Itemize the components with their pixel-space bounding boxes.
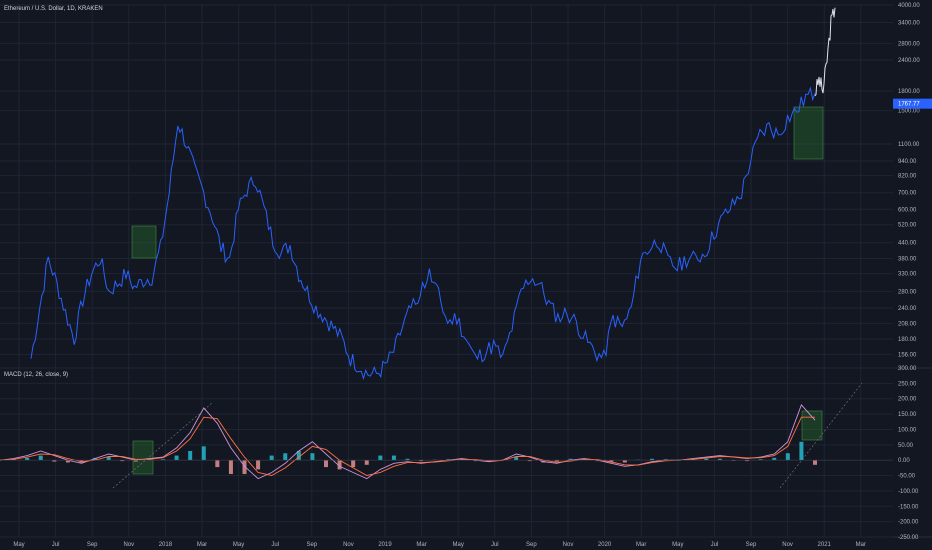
time-tick-label: Nov [123, 542, 134, 548]
macd-histogram-bar [38, 455, 43, 461]
price-tick-label: 2400.00 [898, 58, 920, 64]
time-tick-label: Jul [491, 542, 499, 548]
price-tick-label: 3400.00 [898, 21, 920, 27]
time-tick-label: Nov [563, 542, 574, 548]
macd-tick-label: -100.00 [898, 489, 919, 495]
time-tick-label: 2021 [818, 542, 832, 548]
time-tick-label: Mar [856, 542, 866, 548]
macd-histogram-bar [174, 455, 179, 461]
price-tick-label: 280.00 [898, 289, 917, 295]
price-tick-label: 156.00 [898, 352, 917, 358]
time-tick-label: Mar [197, 542, 207, 548]
macd-tick-label: 250.00 [898, 381, 917, 387]
symbol-title: Ethereum / U.S. Dollar, 1D, KRAKEN [4, 6, 103, 12]
macd-tick-label: -150.00 [898, 504, 919, 510]
price-tick-label: 4000.00 [898, 3, 920, 9]
macd-tick-label: -250.00 [898, 535, 919, 541]
time-tick-label: 2018 [159, 542, 173, 548]
macd-histogram-bar [772, 457, 777, 461]
macd-histogram-bar [25, 457, 30, 461]
highlight-box [801, 410, 823, 441]
time-tick-label: Sep [306, 542, 317, 548]
macd-tick-label: 200.00 [898, 397, 917, 403]
price-tick-label: 2800.00 [898, 41, 920, 47]
macd-tick-label: -50.00 [898, 474, 916, 480]
signal-line [0, 416, 815, 476]
time-tick-label: Jul [711, 542, 719, 548]
time-tick-label: May [672, 542, 683, 548]
macd-histogram-bar [378, 455, 383, 461]
highlight-box [131, 225, 157, 259]
macd-tick-label: -200.00 [898, 520, 919, 526]
time-tick-label: Mar [416, 542, 426, 548]
time-tick-label: Sep [746, 542, 757, 548]
price-tick-label: 1100.00 [898, 142, 920, 148]
price-tick-label: 440.00 [898, 241, 917, 247]
macd-histogram-bar [228, 460, 233, 475]
time-tick-label: May [233, 542, 244, 548]
time-tick-label: Sep [526, 542, 537, 548]
time-tick-label: Sep [87, 542, 98, 548]
time-tick-label: 2019 [378, 542, 392, 548]
current-price-label: 1767.77 [898, 102, 920, 108]
price-line-recent [814, 7, 836, 97]
macd-histogram-bar [256, 460, 261, 470]
macd-tick-label: 0.00 [898, 458, 910, 464]
macd-histogram-bar [391, 455, 396, 461]
price-tick-label: 208.00 [898, 321, 917, 327]
macd-histogram-bar [201, 446, 206, 461]
macd-title: MACD (12, 26, close, 9) [4, 372, 68, 378]
macd-tick-label: 300.00 [898, 366, 917, 372]
macd-line [0, 404, 816, 480]
time-tick-label: Jul [52, 542, 60, 548]
chart-svg[interactable]: 4000.00 3400.00 2800.00 2400.00 1800.00 1500.… [0, 0, 932, 550]
macd-histogram-bar [622, 460, 627, 463]
macd-histogram-bar [799, 441, 804, 461]
price-tick-label: 380.00 [898, 256, 917, 262]
time-axis[interactable]: May Jul Sep Nov 2018 Mar May Jul Sep Nov 2019 Mar Ma… [13, 542, 866, 548]
macd-histogram-bar [310, 453, 315, 461]
macd-histogram-bar [364, 460, 369, 465]
time-tick-label: 2020 [598, 542, 612, 548]
price-tick-label: 600.00 [898, 207, 917, 213]
time-tick-label: Nov [343, 542, 354, 548]
macd-histogram-bar [269, 455, 274, 461]
price-tick-label: 520.00 [898, 223, 917, 229]
macd-histogram-bar [324, 460, 328, 468]
time-tick-label: Nov [782, 542, 793, 548]
macd-histogram-bar [813, 460, 817, 465]
highlight-box [793, 106, 824, 160]
price-tick-label: 240.00 [898, 306, 917, 312]
chart-stage[interactable]: 4000.00 3400.00 2800.00 2400.00 1800.00 1500.… [0, 0, 932, 550]
price-tick-label: 940.00 [898, 159, 917, 165]
price-line-2017-2019 [30, 125, 412, 381]
macd-axis[interactable]: 300.00 250.00 200.00 150.00 100.00 50.00 0.00 -… [898, 366, 919, 541]
macd-histogram-bar [351, 460, 356, 468]
time-tick-label: May [453, 542, 464, 548]
price-tick-label: 180.00 [898, 337, 917, 343]
time-tick-label: Mar [636, 542, 646, 548]
price-tick-label: 820.00 [898, 174, 917, 180]
macd-histogram-bar [215, 460, 220, 468]
price-axis[interactable]: 4000.00 3400.00 2800.00 2400.00 1800.00 1500.… [893, 3, 932, 358]
macd-tick-label: 100.00 [898, 427, 917, 433]
price-tick-label: 1800.00 [898, 89, 920, 95]
time-tick-label: May [13, 542, 24, 548]
macd-histogram-bar [188, 450, 193, 461]
time-tick-label: Jul [271, 542, 279, 548]
macd-histogram-bar [785, 453, 790, 461]
price-tick-label: 1500.00 [898, 109, 920, 115]
macd-tick-label: 150.00 [898, 412, 917, 418]
macd-tick-label: 50.00 [898, 443, 914, 449]
macd-histogram-bar [283, 453, 288, 461]
price-tick-label: 700.00 [898, 191, 917, 197]
price-tick-label: 330.00 [898, 272, 917, 278]
highlight-box [132, 440, 154, 475]
